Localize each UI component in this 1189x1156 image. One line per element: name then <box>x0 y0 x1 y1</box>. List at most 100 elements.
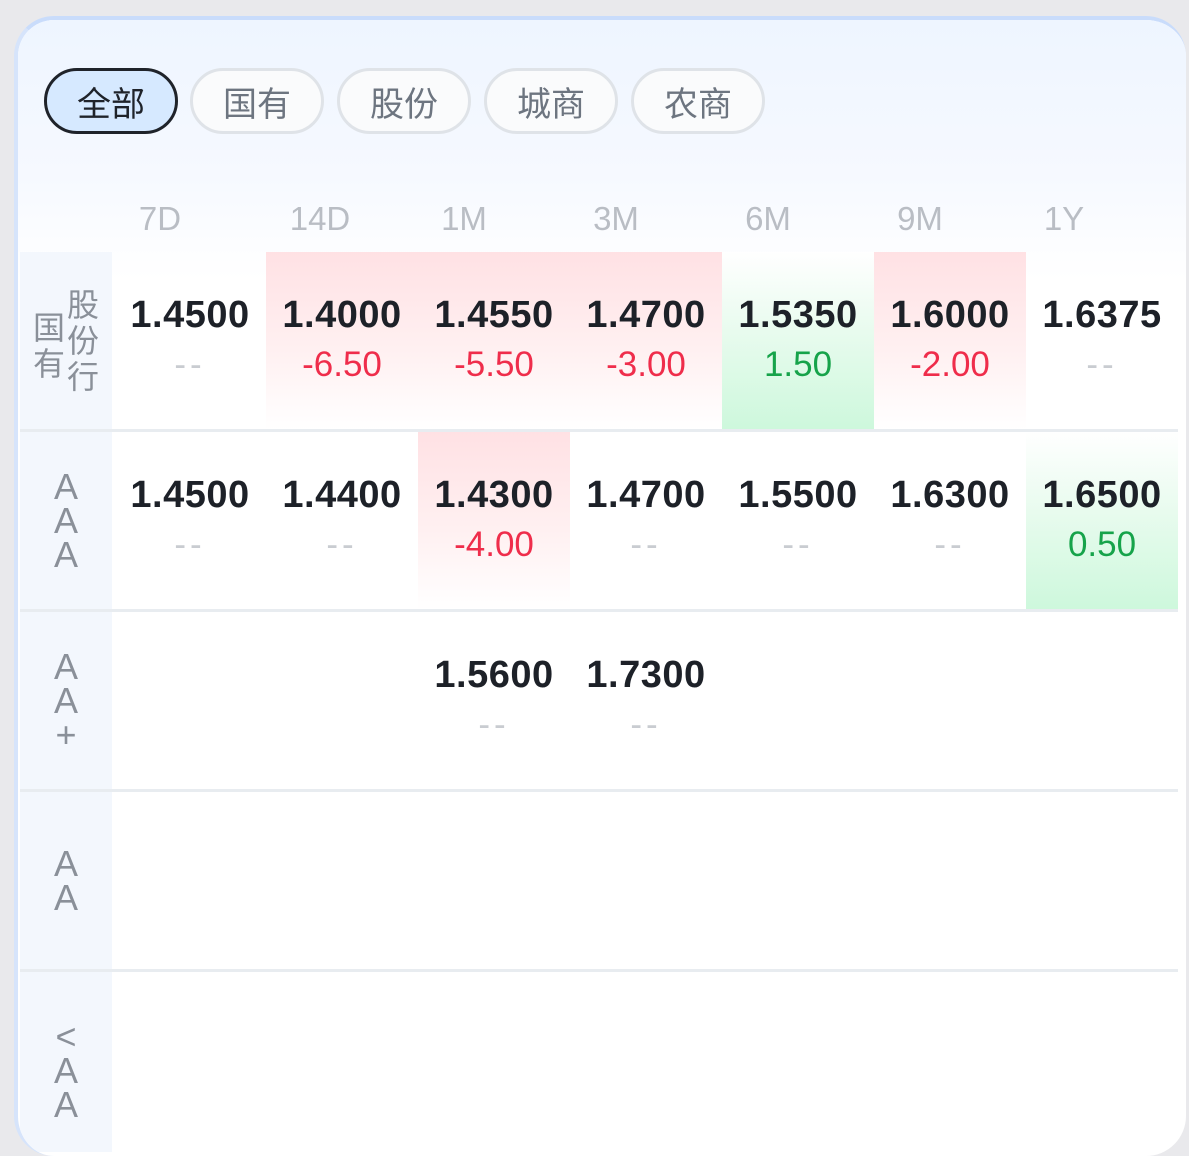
rate-change: -- <box>478 705 510 744</box>
rate-value: 1.6300 <box>890 474 1010 516</box>
table-row: 国 有 股 份 行 1.4500 -- 1.4000 -6.50 1.4550 -5.50… <box>20 252 1180 432</box>
rate-cell <box>266 792 418 970</box>
rate-cell <box>1026 972 1178 1150</box>
row-label: A A A <box>20 432 112 610</box>
col-head-1y: 1Y <box>1043 200 1085 237</box>
rate-cell <box>874 792 1026 970</box>
row-label-char: A <box>53 680 78 721</box>
rate-value: 1.5500 <box>738 474 858 516</box>
rate-cell <box>1026 792 1178 970</box>
col-head-14d: 14D <box>289 200 351 237</box>
rate-cell <box>114 792 266 970</box>
rate-cell <box>266 972 418 1150</box>
row-label-char: 股 <box>67 286 100 324</box>
rate-value: 1.5600 <box>434 654 554 696</box>
table-row: A A + 1.5600 -- 1.7300 -- <box>20 612 1180 792</box>
rate-cell <box>874 612 1026 790</box>
tab-all[interactable]: 全部 <box>44 68 178 134</box>
row-label: A A <box>20 792 112 970</box>
rate-change: -- <box>934 525 966 564</box>
rate-cell: 1.4700 -3.00 <box>570 252 722 430</box>
rate-change: -- <box>630 525 662 564</box>
row-label-char: A <box>53 646 78 687</box>
rate-change: -- <box>174 525 206 564</box>
rate-cell: 1.4000 -6.50 <box>266 252 418 430</box>
row-label: 国 有 股 份 行 <box>20 252 112 430</box>
rate-cell: 1.5350 1.50 <box>722 252 874 430</box>
col-head-3m: 3M <box>593 200 639 237</box>
row-label-char: A <box>53 1084 78 1125</box>
row-label-char: 有 <box>32 345 65 383</box>
row-label-text: < A A <box>53 1016 78 1125</box>
tab-state-owned[interactable]: 国有 <box>190 68 324 134</box>
rate-change: -- <box>1086 345 1118 384</box>
rate-value: 1.6000 <box>890 294 1010 336</box>
rate-cell: 1.6000 -2.00 <box>874 252 1026 430</box>
rate-cell: 1.4400 -- <box>266 432 418 610</box>
rate-cell <box>722 612 874 790</box>
rate-value: 1.4300 <box>434 474 554 516</box>
rate-cell <box>722 972 874 1150</box>
rate-cell: 1.4500 -- <box>114 432 266 610</box>
row-label: < A A <box>20 972 112 1150</box>
col-head-1m: 1M <box>441 200 487 237</box>
rate-cell: 1.7300 -- <box>570 612 722 790</box>
rate-change: -5.50 <box>454 345 534 384</box>
rate-cell: 1.4700 -- <box>570 432 722 610</box>
rate-cell <box>418 972 570 1150</box>
rate-value: 1.5350 <box>738 294 858 336</box>
rate-change: -2.00 <box>910 345 990 384</box>
tab-rural-commercial[interactable]: 农商 <box>631 68 765 134</box>
rate-cell <box>1026 612 1178 790</box>
row-label-char: A <box>53 843 78 884</box>
rate-value: 1.4550 <box>434 294 554 336</box>
rate-cell: 1.4550 -5.50 <box>418 252 570 430</box>
row-label: A A + <box>20 612 112 790</box>
rate-change: -3.00 <box>606 345 686 384</box>
rate-change: -- <box>174 345 206 384</box>
row-label-text: A A A <box>53 469 78 575</box>
row-label-char: A <box>53 1050 78 1091</box>
rate-cell: 1.4300 -4.00 <box>418 432 570 610</box>
rate-cell: 1.6375 -- <box>1026 252 1178 430</box>
rate-value: 1.4000 <box>282 294 402 336</box>
rate-cell: 1.4500 -- <box>114 252 266 430</box>
row-label-char: A <box>53 534 78 575</box>
rate-cell <box>570 972 722 1150</box>
rate-value: 1.4500 <box>130 474 250 516</box>
tab-city-commercial[interactable]: 城商 <box>484 68 618 134</box>
rate-cell <box>570 792 722 970</box>
rate-cell <box>114 972 266 1150</box>
row-label-text: 国 有 股 份 行 <box>33 287 99 395</box>
rate-value: 1.7300 <box>586 654 706 696</box>
row-label-char: 份 <box>67 322 100 360</box>
table-row: < A A <box>20 972 1180 1152</box>
rate-cell <box>114 612 266 790</box>
rate-value: 1.4700 <box>586 294 706 336</box>
row-label-char: 国 <box>32 309 65 347</box>
table-row: A A <box>20 792 1180 972</box>
col-head-7d: 7D <box>138 200 182 237</box>
rate-value: 1.4700 <box>586 474 706 516</box>
rate-card: 全部 国有 股份 城商 农商 7D 14D 1M 3M 6M 9M 1Y 国 有… <box>14 16 1186 1156</box>
rate-change: -6.50 <box>302 345 382 384</box>
rate-change: -- <box>630 705 662 744</box>
rate-value: 1.4400 <box>282 474 402 516</box>
card-header-glow <box>18 20 1186 280</box>
rate-change: -- <box>326 525 358 564</box>
tab-joint-stock[interactable]: 股份 <box>337 68 471 134</box>
table-row: A A A 1.4500 -- 1.4400 -- 1.4300 -4.00 1.4700 -… <box>20 432 1180 612</box>
col-head-9m: 9M <box>897 200 943 237</box>
rate-cell: 1.5500 -- <box>722 432 874 610</box>
row-label-char: < <box>55 1016 77 1057</box>
row-label-text: A A <box>53 843 78 916</box>
row-label-char: 行 <box>67 358 100 396</box>
rate-cell <box>874 972 1026 1150</box>
term-header-row: 7D 14D 1M 3M 6M 9M 1Y <box>18 200 1186 240</box>
rate-cell <box>722 792 874 970</box>
rate-value: 1.4500 <box>130 294 250 336</box>
row-label-char: + <box>55 714 77 755</box>
rate-cell: 1.5600 -- <box>418 612 570 790</box>
rate-cell <box>418 792 570 970</box>
rate-change: -- <box>782 525 814 564</box>
